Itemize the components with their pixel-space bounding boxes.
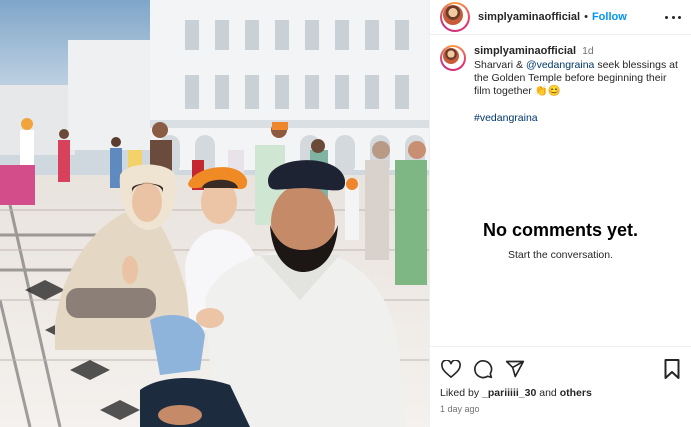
- caption-time[interactable]: 1d: [582, 45, 594, 58]
- caption-emojis: 👏😊: [534, 85, 561, 97]
- header-separator: •: [584, 11, 588, 23]
- liked-by-user-link[interactable]: _pariiiii_30: [482, 387, 536, 399]
- caption: simplyaminaofficial 1d Sharvari & @vedan…: [430, 35, 691, 125]
- caption-username[interactable]: simplyaminaofficial: [474, 45, 576, 58]
- comment-icon[interactable]: [472, 358, 494, 380]
- avatar-image: [443, 5, 463, 25]
- liked-by-prefix: Liked by: [440, 387, 483, 399]
- share-icon[interactable]: [504, 358, 526, 380]
- caption-text-part1: Sharvari &: [474, 59, 526, 71]
- no-comments-subtitle: Start the conversation.: [507, 249, 614, 261]
- bookmark-icon[interactable]: [661, 358, 683, 380]
- instagram-post: simplyaminaofficial • Follow simplyamina…: [0, 0, 691, 427]
- post-photo[interactable]: [0, 0, 429, 427]
- post-time-ago[interactable]: 1 day ago: [430, 399, 691, 414]
- avatar-image: [443, 48, 459, 64]
- post-actions: Liked by _pariiiii_30 and others 1 day a…: [430, 346, 691, 426]
- comments-empty-state: No comments yet. Start the conversation.: [430, 220, 691, 261]
- caption-mention-link[interactable]: @vedangraina: [526, 59, 594, 71]
- post-side-panel: simplyaminaofficial • Follow simplyamina…: [429, 0, 691, 427]
- caption-hashtag-link[interactable]: #vedangraina: [474, 112, 538, 125]
- post-header: simplyaminaofficial • Follow: [430, 0, 691, 35]
- no-comments-title: No comments yet.: [482, 220, 639, 240]
- header-username[interactable]: simplyaminaofficial: [478, 11, 580, 23]
- caption-avatar[interactable]: [440, 45, 466, 71]
- more-options-icon[interactable]: [665, 9, 681, 25]
- golden-temple-photo: [0, 0, 429, 427]
- follow-button[interactable]: Follow: [592, 11, 627, 23]
- liked-by-others-link[interactable]: others: [560, 387, 592, 399]
- heart-icon[interactable]: [440, 358, 462, 380]
- caption-body: simplyaminaofficial 1d Sharvari & @vedan…: [474, 45, 681, 125]
- caption-text: Sharvari & @vedangraina seek blessings a…: [474, 59, 681, 98]
- liked-by-text: Liked by _pariiiii_30 and others: [430, 381, 691, 399]
- liked-by-middle: and: [536, 387, 560, 399]
- avatar[interactable]: [440, 2, 470, 32]
